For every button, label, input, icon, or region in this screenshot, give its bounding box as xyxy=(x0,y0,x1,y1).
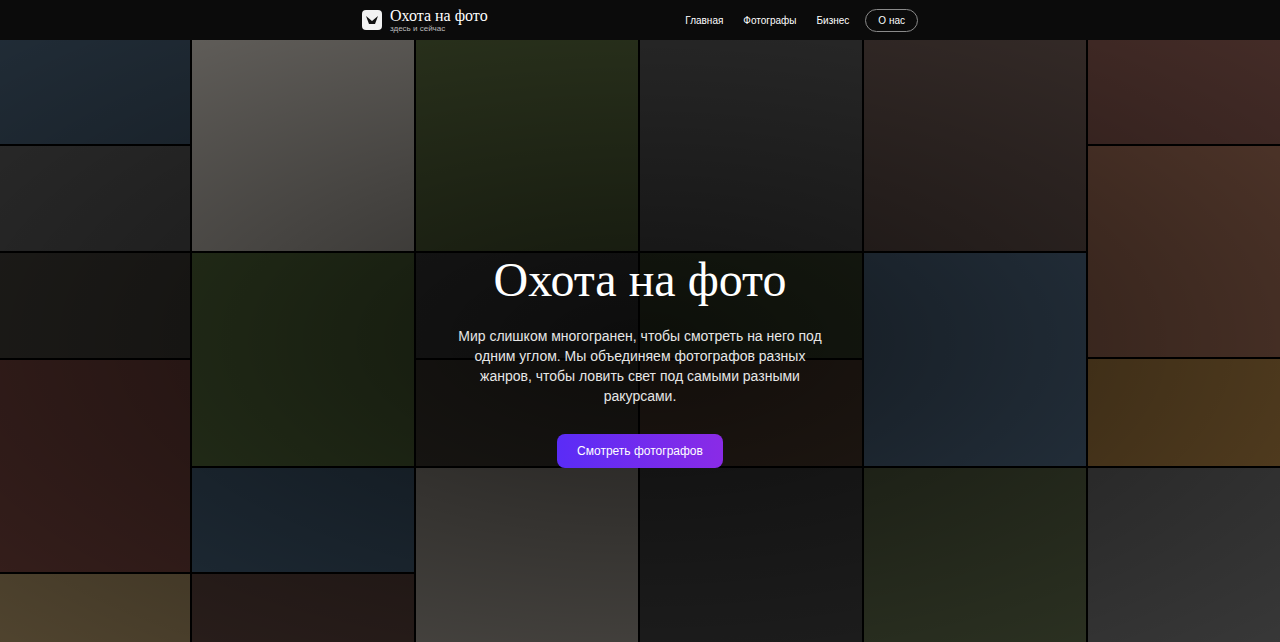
nav-link[interactable]: О нас xyxy=(865,9,918,32)
logo-subtitle: здесь и сейчас xyxy=(390,25,488,33)
hero: Охота на фото Мир слишком многогранен, чт… xyxy=(0,40,1280,642)
nav-link[interactable]: Бизнес xyxy=(813,10,854,31)
nav-link[interactable]: Главная xyxy=(681,10,727,31)
top-nav: Охота на фотоздесь и сейчас Главная Фотогр… xyxy=(0,0,1280,40)
page: Охота на фотоздесь и сейчасГлавнаяФотогр… xyxy=(0,0,1280,642)
hero-text: Мир слишком многогранен, чтобы смотреть … xyxy=(450,326,830,406)
photographers-button[interactable]: Смотреть фотографов xyxy=(557,434,723,468)
nav-menu: Главная Фотографы Бизнес О нас xyxy=(681,9,918,32)
logo-title: Охота на фото xyxy=(390,8,488,24)
logo[interactable]: Охота на фотоздесь и сейчас xyxy=(362,8,488,33)
nav-link[interactable]: Фотографы xyxy=(739,10,800,31)
hero-title: Охота на фото xyxy=(494,250,787,310)
logo-icon xyxy=(362,10,382,30)
